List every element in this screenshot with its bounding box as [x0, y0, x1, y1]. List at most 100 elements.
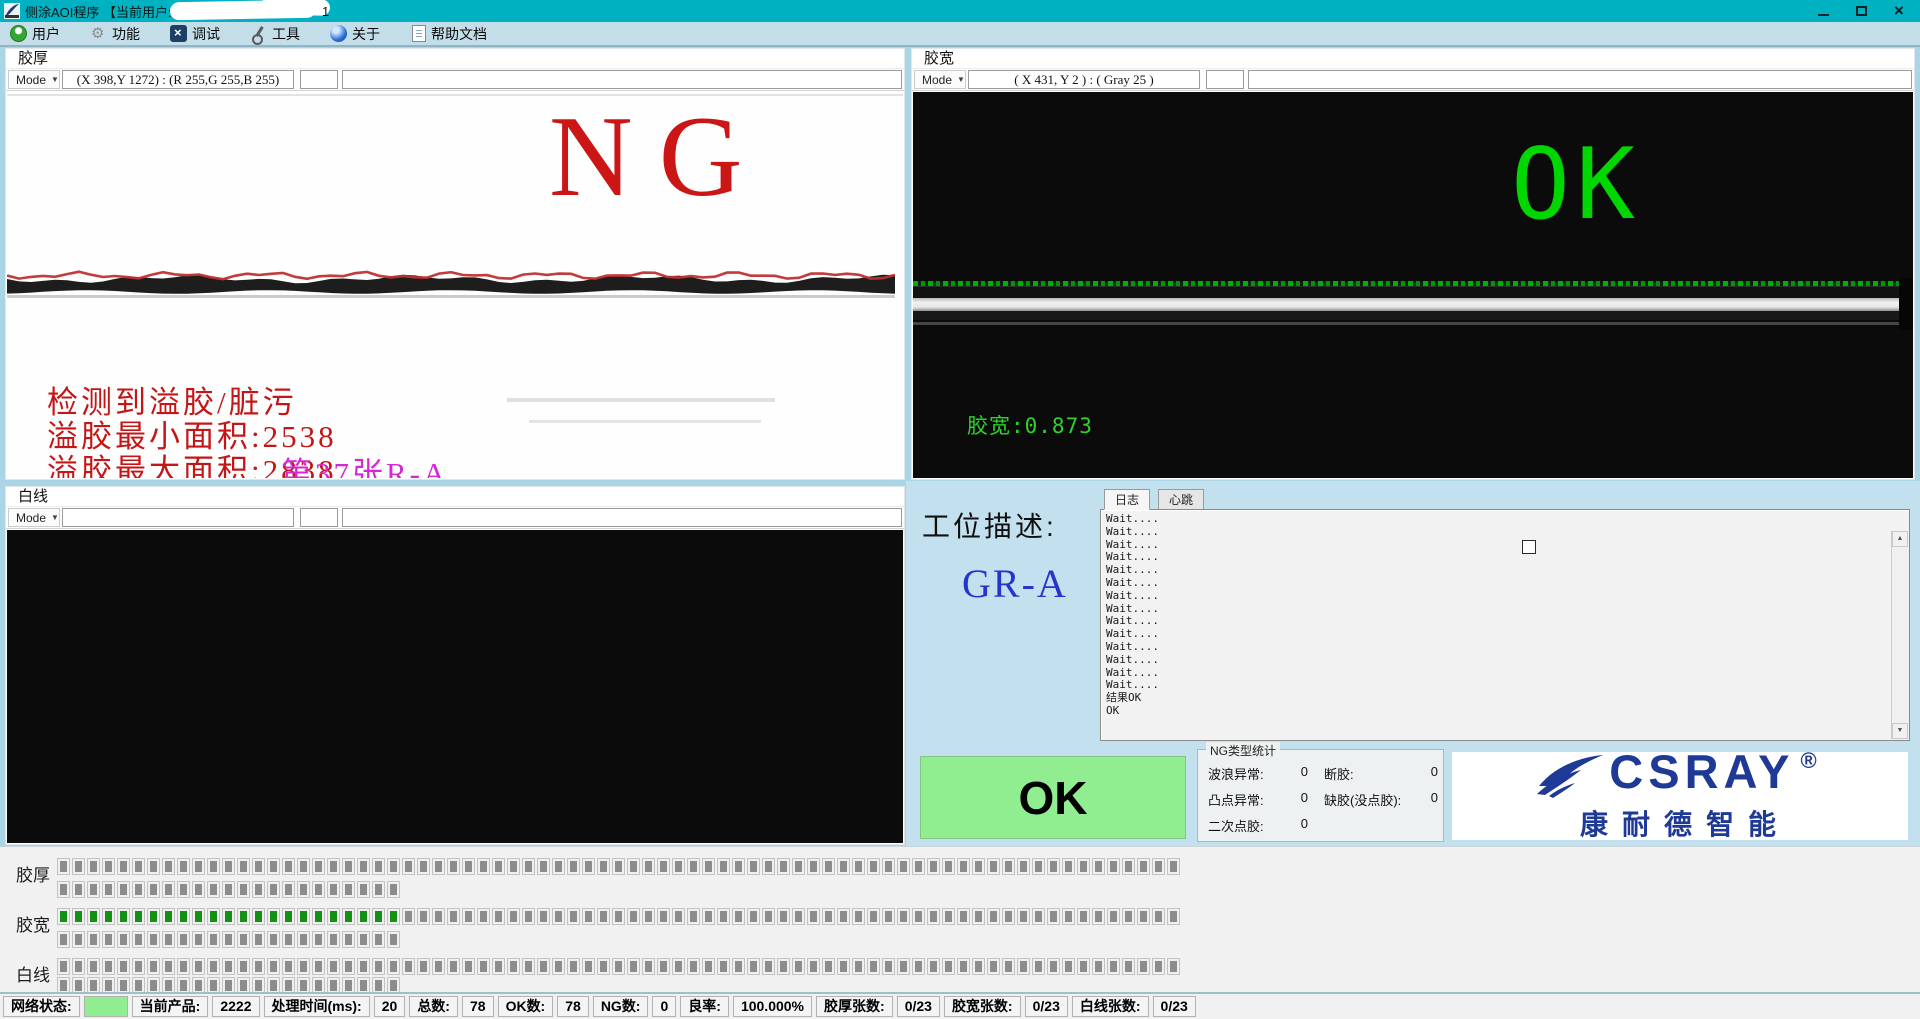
indicator-cell — [402, 858, 415, 875]
indicator-cell — [147, 881, 160, 898]
indicator-cell — [132, 858, 145, 875]
indicator-cell — [477, 858, 490, 875]
indicator-cell — [162, 958, 175, 975]
indicator-cell — [582, 958, 595, 975]
indicator-cell — [432, 958, 445, 975]
maximize-button[interactable] — [1842, 0, 1880, 22]
indicator-cell — [447, 908, 460, 925]
indicator-cell — [222, 931, 235, 948]
indicator-cell — [72, 858, 85, 875]
indicator-cell — [57, 881, 70, 898]
image-edge-block — [1899, 278, 1913, 330]
menu-item-2[interactable]: 调试 — [170, 24, 220, 44]
indicator-cell — [357, 881, 370, 898]
ng-stat-value: 0 — [1431, 790, 1438, 809]
indicator-cell — [1047, 908, 1060, 925]
indicator-cell — [372, 958, 385, 975]
status-value: 0/23 — [1153, 996, 1196, 1017]
log-lines: Wait....Wait....Wait....Wait....Wait....… — [1106, 513, 1159, 718]
indicator-cell — [882, 908, 895, 925]
result-overlay-ok: OK — [1511, 128, 1641, 242]
indicator-cell — [492, 958, 505, 975]
indicator-cell — [672, 858, 685, 875]
mode-dropdown[interactable]: Mode ▼ — [8, 508, 60, 527]
indicator-cell — [252, 881, 265, 898]
mode-dropdown[interactable]: Mode ▼ — [8, 70, 60, 89]
help-doc-icon — [412, 25, 426, 42]
indicator-cell — [1032, 958, 1045, 975]
menu-item-1[interactable]: 功能 — [90, 24, 140, 44]
toolbar-box-long — [1248, 70, 1912, 89]
indicator-cell — [657, 958, 670, 975]
status-value: 2222 — [212, 996, 259, 1017]
indicator-cell — [537, 858, 550, 875]
indicator-cell — [102, 931, 115, 948]
menu-item-0[interactable]: 用户 — [10, 24, 60, 44]
debug-icon — [170, 25, 187, 42]
indicator-cell — [1137, 908, 1150, 925]
menu-item-3[interactable]: 工具 — [250, 24, 300, 44]
indicator-cell — [267, 931, 280, 948]
status-label: 胶宽张数: — [944, 996, 1021, 1017]
tab-heartbeat[interactable]: 心跳 — [1158, 489, 1204, 510]
indicator-cell — [582, 908, 595, 925]
close-button[interactable]: × — [1880, 0, 1918, 22]
menu-item-4[interactable]: 关于 — [330, 24, 380, 44]
indicator-cell — [297, 958, 310, 975]
result-status-button[interactable]: OK — [920, 756, 1186, 839]
indicator-cell — [1152, 858, 1165, 875]
indicator-cell — [1032, 908, 1045, 925]
indicator-cell — [1092, 958, 1105, 975]
indicator-cell — [72, 931, 85, 948]
indicator-cell — [357, 931, 370, 948]
indicator-cell — [1047, 958, 1060, 975]
scroll-down-icon[interactable]: ▼ — [1892, 723, 1908, 739]
brand-name: CSRAY — [1609, 750, 1794, 794]
menu-item-label: 关于 — [352, 24, 380, 44]
indicator-cell — [912, 958, 925, 975]
gear-icon — [90, 25, 107, 42]
ng-stats-groupbox: NG类型统计 波浪异常:0凸点异常:0二次点胶:0 断胶:0缺胶(没点胶):0 — [1197, 749, 1444, 842]
scroll-up-icon[interactable]: ▲ — [1892, 531, 1908, 547]
indicator-cell — [612, 908, 625, 925]
glue-width-image[interactable]: OK 胶宽:0.873 — [913, 92, 1913, 478]
indicator-cell — [1107, 958, 1120, 975]
indicator-cell — [342, 958, 355, 975]
indicator-cell — [102, 881, 115, 898]
indicator-cell — [312, 931, 325, 948]
indicator-cell — [252, 908, 265, 925]
glue-thickness-image[interactable]: NG 检测到溢胶/脏污 溢胶最小面积:2538 溢胶最大面积:2838 第37张… — [7, 92, 903, 478]
indicator-cell — [237, 931, 250, 948]
about-icon — [330, 25, 347, 42]
indicator-cell — [1167, 958, 1180, 975]
indicator-cell — [837, 958, 850, 975]
indicator-cell — [87, 908, 100, 925]
menu-item-5[interactable]: 帮助文档 — [410, 24, 487, 44]
status-label: 良率: — [680, 996, 729, 1017]
ng-stat-row: 断胶:0 — [1324, 764, 1438, 783]
status-bar: 网络状态:当前产品:2222处理时间(ms):20总数:78OK数:78NG数:… — [0, 992, 1920, 1019]
indicator-cell — [357, 908, 370, 925]
white-line-image[interactable] — [7, 530, 903, 843]
network-status-swatch — [84, 996, 128, 1017]
indicator-cell — [192, 931, 205, 948]
tab-log[interactable]: 日志 — [1104, 489, 1150, 510]
minimize-button[interactable] — [1804, 0, 1842, 22]
ng-stat-row: 凸点异常:0 — [1208, 790, 1308, 809]
indicator-cell — [357, 858, 370, 875]
close-icon: × — [1894, 2, 1904, 20]
indicator-cell — [57, 908, 70, 925]
indicator-group-label: 胶宽 — [16, 911, 50, 936]
status-label: 当前产品: — [132, 996, 209, 1017]
indicator-cell — [177, 858, 190, 875]
indicator-cell — [612, 958, 625, 975]
log-line: Wait.... — [1106, 513, 1159, 526]
log-scrollbar[interactable]: ▲ ▼ — [1891, 531, 1908, 739]
panel-title-glue-thickness: 胶厚 — [6, 49, 904, 69]
log-checkbox[interactable] — [1522, 540, 1536, 554]
menu-item-label: 调试 — [192, 24, 220, 44]
mode-dropdown[interactable]: Mode ▼ — [914, 70, 966, 89]
image-smudge — [507, 398, 775, 402]
indicator-cell — [432, 908, 445, 925]
indicator-cell — [807, 958, 820, 975]
